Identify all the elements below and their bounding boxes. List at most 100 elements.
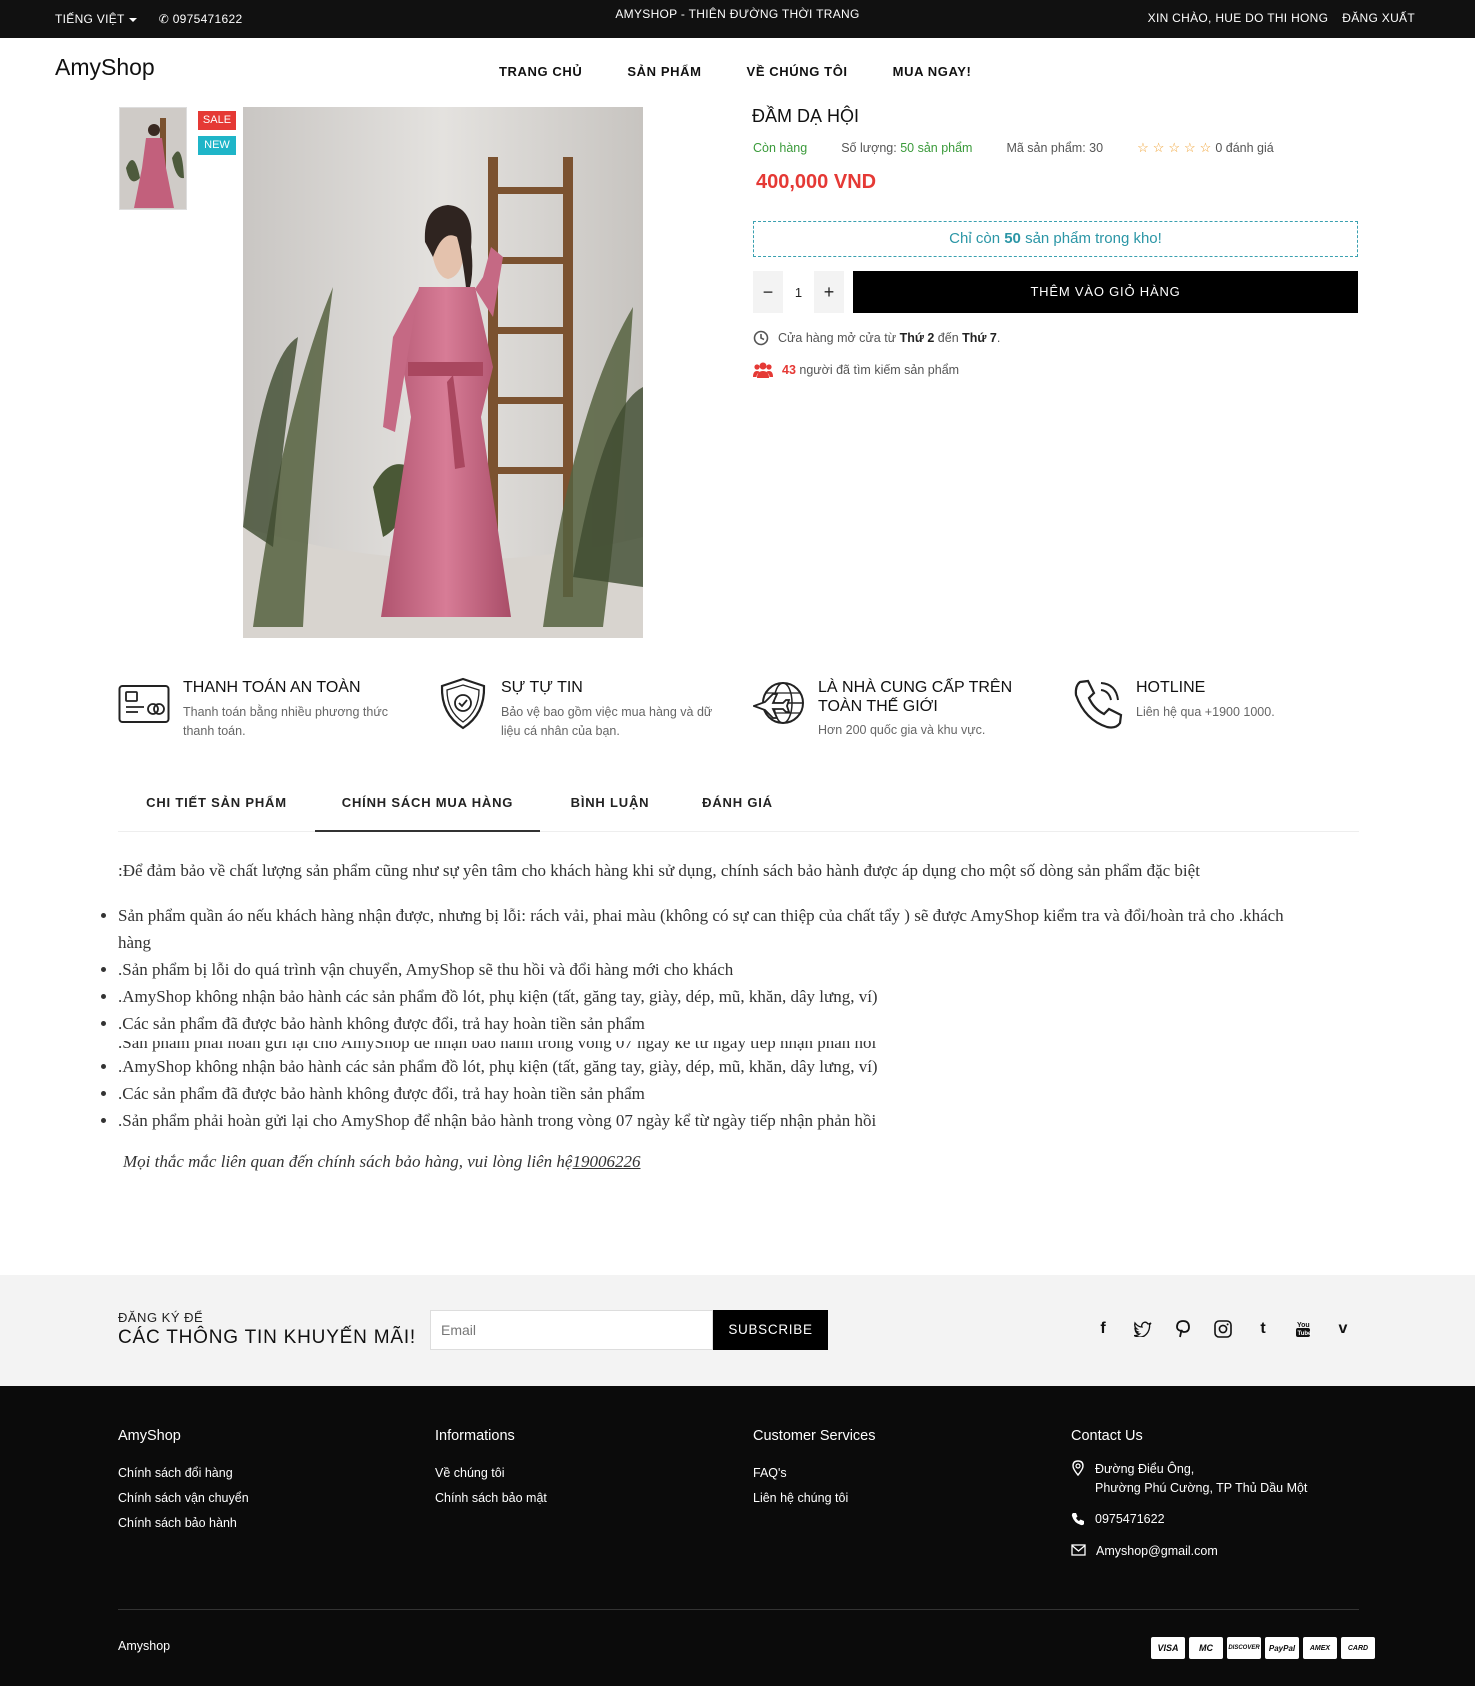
social-links: f t You Tube v: [1093, 1319, 1353, 1339]
footer-link[interactable]: FAQ's: [753, 1461, 875, 1486]
logout-link[interactable]: ĐĂNG XUẤT: [1342, 11, 1415, 25]
site-logo[interactable]: AmyShop: [55, 54, 155, 81]
feature-hotline: HOTLINE Liên hệ qua +1900 1000.: [1071, 676, 1371, 746]
qty-increase-button[interactable]: +: [814, 271, 844, 313]
paypal-icon: PayPal: [1265, 1637, 1299, 1659]
new-badge: NEW: [198, 136, 236, 155]
product-price: 400,000 VND: [756, 171, 877, 193]
feature-title: THANH TOÁN AN TOÀN: [183, 679, 361, 696]
policy-intro: :Để đảm bảo về chất lượng sản phẩm cũng …: [118, 861, 1200, 880]
footer-link[interactable]: Chính sách bảo hành: [118, 1511, 249, 1536]
users-icon: [753, 362, 773, 378]
product-thumbnail[interactable]: [119, 107, 187, 210]
feature-desc: Thanh toán bằng nhiều phương thức thanh …: [183, 705, 388, 738]
discover-icon: DISCOVER: [1227, 1637, 1261, 1659]
star-rating-icon: ☆☆☆☆☆: [1137, 140, 1216, 155]
youtube-icon[interactable]: You Tube: [1293, 1319, 1313, 1339]
rating[interactable]: ☆☆☆☆☆0 đánh giá: [1137, 140, 1274, 156]
contact-address: Đường Điểu Ông, Phường Phú Cường, TP Thủ …: [1071, 1460, 1307, 1498]
add-to-cart-button[interactable]: THÊM VÀO GIỎ HÀNG: [853, 271, 1358, 313]
quantity-info: Số lượng: 50 sản phẩm: [841, 141, 973, 155]
phone-icon: [1071, 1513, 1084, 1526]
footer-col-contact: Contact Us Đường Điểu Ông, Phường Phú Cườ…: [1071, 1428, 1371, 1578]
footer-col-customer-services: Customer Services FAQ's Liên hệ chúng tô…: [753, 1428, 875, 1511]
contact-phone[interactable]: 0975471622: [1071, 1512, 1165, 1526]
nav-home[interactable]: TRANG CHỦ: [499, 64, 582, 79]
card-icon: CARD: [1341, 1637, 1375, 1659]
shield-check-icon: [440, 677, 486, 730]
nav-buy-now[interactable]: MUA NGAY!: [893, 64, 972, 79]
list-item: .AmyShop không nhận bảo hành các sản phẩ…: [118, 1053, 878, 1080]
clock-icon: [753, 330, 769, 346]
facebook-icon[interactable]: f: [1093, 1319, 1113, 1339]
plane-globe-icon: [753, 682, 804, 724]
map-pin-icon: [1072, 1460, 1084, 1476]
newsletter-label: ĐĂNG KÝ ĐỂ: [118, 1310, 204, 1325]
footer-col-title: Informations: [435, 1428, 515, 1444]
contact-email[interactable]: Amyshop@gmail.com: [1071, 1544, 1218, 1558]
feature-title: SỰ TỰ TIN: [501, 679, 583, 696]
top-bar: TIẾNG VIỆT ✆ 0975471622 AMYSHOP - THIÊN …: [0, 0, 1475, 38]
svg-text:Tube: Tube: [1298, 1331, 1312, 1337]
feature-desc: Bảo vệ bao gồm việc mua hàng và dữ liệu …: [501, 705, 713, 738]
list-item: .AmyShop không nhận bảo hành các sản phẩ…: [118, 983, 1318, 1010]
policy-clipped-line: .Sản phẩm phải hoàn gửi lại cho AmyShop …: [118, 1041, 877, 1052]
qty-decrease-button[interactable]: −: [753, 271, 783, 313]
list-item: Sản phẩm quần áo nếu khách hàng nhận đượ…: [118, 902, 1318, 956]
mail-icon: [1071, 1544, 1086, 1556]
policy-list: .AmyShop không nhận bảo hành các sản phẩ…: [118, 1053, 878, 1134]
policy-closing: Mọi thắc mắc liên quan đến chính sách bả…: [123, 1152, 641, 1171]
twitter-icon[interactable]: [1133, 1319, 1153, 1339]
footer-col-title: Contact Us: [1071, 1428, 1143, 1444]
list-item: .Sản phẩm bị lỗi do quá trình vận chuyển…: [118, 956, 1318, 983]
sale-badge: SALE: [198, 111, 236, 130]
hotline-link[interactable]: 19006226: [572, 1152, 640, 1171]
nav-about[interactable]: VỀ CHÚNG TÔI: [747, 64, 848, 79]
footer-col-amyshop: AmyShop Chính sách đổi hàng Chính sách v…: [118, 1428, 249, 1536]
footer-divider: [118, 1609, 1359, 1610]
payment-methods: VISA MC DISCOVER PayPal AMEX CARD: [1151, 1637, 1375, 1659]
nav-products[interactable]: SẢN PHẨM: [627, 64, 701, 79]
footer-link[interactable]: Chính sách vận chuyển: [118, 1486, 249, 1511]
feature-confidence: SỰ TỰ TIN Bảo vệ bao gồm việc mua hàng v…: [436, 676, 736, 746]
vimeo-icon[interactable]: v: [1333, 1319, 1353, 1339]
product-main-image[interactable]: [243, 107, 643, 638]
viewers-info: 43 người đã tìm kiếm sản phẩm: [753, 361, 959, 379]
tab-reviews[interactable]: ĐÁNH GIÁ: [680, 781, 795, 832]
tumblr-icon[interactable]: t: [1253, 1319, 1273, 1339]
qty-input[interactable]: 1: [783, 285, 814, 300]
newsletter-band: ĐĂNG KÝ ĐỂ CÁC THÔNG TIN KHUYẾN MÃI! Ema…: [0, 1275, 1475, 1386]
quantity-stepper: − 1 +: [753, 271, 844, 313]
footer-col-title: Customer Services: [753, 1428, 876, 1444]
pinterest-icon[interactable]: [1173, 1319, 1193, 1339]
feature-secure-payment: THANH TOÁN AN TOÀN Thanh toán bằng nhiều…: [118, 676, 418, 746]
svg-text:You: You: [1297, 1322, 1310, 1329]
product-meta: Còn hàng Số lượng: 50 sản phẩm Mã sản ph…: [753, 140, 1274, 156]
footer: AmyShop Chính sách đổi hàng Chính sách v…: [0, 1386, 1475, 1686]
footer-link[interactable]: Về chúng tôi: [435, 1461, 547, 1486]
credit-card-icon: [118, 685, 170, 723]
store-hours: Cửa hàng mở cửa từ Thứ 2 đến Thứ 7.: [753, 330, 1000, 346]
footer-link[interactable]: Chính sách đổi hàng: [118, 1461, 249, 1486]
newsletter-title: CÁC THÔNG TIN KHUYẾN MÃI!: [118, 1327, 416, 1348]
footer-col-informations: Informations Về chúng tôi Chính sách bảo…: [435, 1428, 547, 1511]
feature-desc: Hơn 200 quốc gia và khu vực.: [818, 723, 986, 737]
feature-title: LÀ NHÀ CUNG CẤP TRÊN TOÀN THẾ GIỚI: [818, 679, 1013, 715]
phone-icon: [1074, 679, 1123, 729]
instagram-icon[interactable]: [1213, 1319, 1233, 1339]
tab-purchase-policy[interactable]: CHÍNH SÁCH MUA HÀNG: [315, 781, 540, 832]
footer-link[interactable]: Chính sách bảo mật: [435, 1486, 547, 1511]
product-tabs: CHI TIẾT SẢN PHẨM CHÍNH SÁCH MUA HÀNG BÌ…: [118, 781, 1359, 832]
product-title: ĐẦM DẠ HỘI: [752, 106, 860, 126]
feature-worldwide: LÀ NHÀ CUNG CẤP TRÊN TOÀN THẾ GIỚI Hơn 2…: [753, 676, 1053, 746]
main-nav: TRANG CHỦ SẢN PHẨM VỀ CHÚNG TÔI MUA NGAY…: [499, 64, 972, 79]
footer-link[interactable]: Liên hệ chúng tôi: [753, 1486, 875, 1511]
feature-desc: Liên hệ qua +1900 1000.: [1136, 705, 1275, 719]
copyright: Amyshop: [118, 1639, 171, 1653]
tab-product-details[interactable]: CHI TIẾT SẢN PHẨM: [118, 781, 315, 832]
list-item: .Các sản phẩm đã được bảo hành không đượ…: [118, 1080, 878, 1107]
email-input[interactable]: Email: [430, 1310, 713, 1350]
subscribe-button[interactable]: SUBSCRIBE: [713, 1310, 828, 1350]
greeting-link[interactable]: XIN CHÀO, HUE DO THI HONG: [1148, 11, 1329, 25]
tab-comments[interactable]: BÌNH LUẬN: [540, 781, 680, 832]
